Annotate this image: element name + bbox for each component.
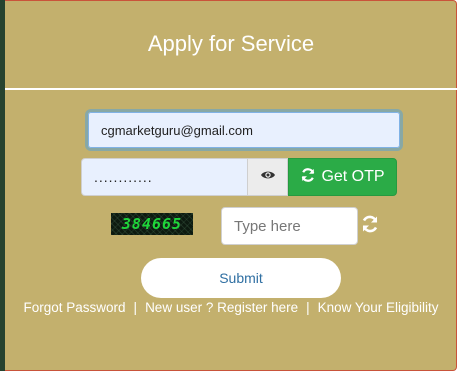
- forgot-password-link[interactable]: Forgot Password: [24, 300, 126, 315]
- apply-panel: Apply for Service cgmarketguru@gmail.com…: [5, 0, 457, 371]
- captcha-refresh-icon: [360, 214, 380, 239]
- get-otp-button[interactable]: Get OTP: [288, 158, 397, 196]
- footer-separator: |: [133, 300, 138, 315]
- page-title: Apply for Service: [147, 31, 315, 56]
- register-link[interactable]: New user ? Register here: [145, 300, 298, 315]
- eye-icon: [260, 168, 276, 186]
- password-group: Get OTP: [81, 158, 397, 196]
- footer-links: Forgot Password | New user ? Register he…: [5, 300, 457, 315]
- title-divider: [5, 88, 457, 90]
- email-field-wrapper: [85, 109, 403, 151]
- get-otp-label: Get OTP: [321, 168, 385, 185]
- show-password-button[interactable]: [247, 158, 288, 196]
- captcha-refresh-button[interactable]: [359, 215, 381, 237]
- submit-button[interactable]: Submit: [141, 258, 341, 298]
- eligibility-link[interactable]: Know Your Eligibility: [318, 300, 439, 315]
- password-field[interactable]: [81, 158, 247, 196]
- refresh-icon: [300, 167, 316, 188]
- footer-separator: |: [306, 300, 310, 315]
- captcha-image: 384665: [111, 213, 193, 235]
- page: Apply for Service cgmarketguru@gmail.com…: [0, 0, 457, 371]
- captcha-input[interactable]: [221, 207, 358, 245]
- email-field[interactable]: [88, 112, 400, 148]
